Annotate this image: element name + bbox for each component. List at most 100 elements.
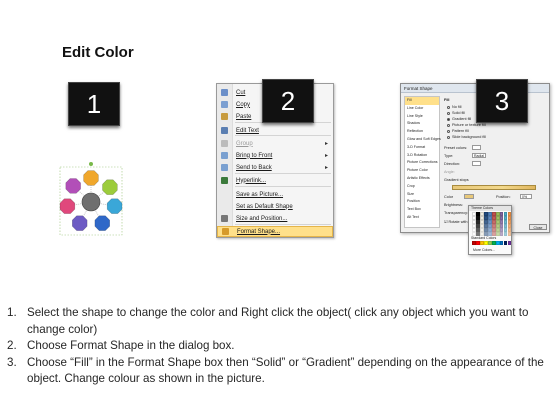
menu-item-hyperlink[interactable]: Hyperlink... (217, 175, 333, 186)
radio-icon (447, 117, 450, 121)
nav-item-3-d-rotation[interactable]: 3-D Rotation (405, 152, 439, 160)
menu-item-label: Group (236, 140, 253, 147)
theme-color-swatch[interactable] (507, 231, 512, 236)
edit-text-icon (221, 127, 228, 134)
menu-item-size-and-position[interactable]: Size and Position... (217, 213, 333, 224)
fill-option-slide-background-fill[interactable]: Slide background fill (447, 135, 486, 139)
nav-item-glow-and-soft-edges[interactable]: Glow and Soft Edges (405, 136, 441, 144)
nav-item-artistic-effects[interactable]: Artistic Effects (405, 175, 439, 183)
nav-item-crop[interactable]: Crop (405, 183, 439, 191)
shape-node-right[interactable] (106, 198, 123, 214)
fill-option-no-fill[interactable]: No fill (447, 105, 462, 109)
menu-item-bring-to-front[interactable]: Bring to Front ▸ (217, 150, 333, 161)
menu-item-label: Size and Position... (236, 215, 288, 222)
position-input[interactable]: 0% (520, 194, 532, 199)
instruction-text: Choose Format Shape in the dialog box. (27, 339, 235, 352)
menu-item-group[interactable]: Group ▸ (217, 138, 333, 149)
shape-diagram-canvas (59, 162, 123, 236)
direction-label: Direction: (444, 162, 461, 166)
nav-item-position[interactable]: Position (405, 198, 439, 206)
fill-option-picture-or-texture-fill[interactable]: Picture or texture fill (447, 123, 486, 127)
preset-colors-dropdown[interactable] (472, 145, 481, 150)
nav-item-line-color[interactable]: Line Color (405, 105, 439, 113)
theme-color-grid (472, 212, 512, 236)
fill-option-label: Pattern fill (452, 129, 469, 133)
color-palette-dropdown: Theme Colors Standard Colors More Colors… (468, 205, 512, 255)
copy-icon (221, 101, 228, 108)
group-icon (221, 140, 228, 147)
shape-diagram[interactable] (45, 150, 145, 250)
shape-node-top-left[interactable] (65, 178, 81, 194)
instruction-item: 1. Select the shape to change the color a… (7, 305, 552, 338)
radio-icon (447, 135, 450, 139)
shape-node-left[interactable] (59, 198, 76, 214)
instruction-number: 1. (7, 306, 17, 319)
section-title: Fill (444, 98, 450, 102)
color-label: Color (444, 195, 454, 199)
menu-item-set-as-default-shape[interactable]: Set as Default Shape (217, 201, 333, 212)
nav-item-line-style[interactable]: Line Style (405, 113, 439, 121)
gradient-stops-bar[interactable] (452, 185, 536, 190)
menu-item-label: Paste (236, 113, 252, 120)
shape-node-top[interactable] (83, 170, 99, 186)
step-badge-3: 3 (476, 79, 528, 123)
fill-option-solid-fill[interactable]: Solid fill (447, 111, 465, 115)
fill-option-gradient-fill[interactable]: Gradient fill (447, 117, 471, 121)
menu-separator (235, 135, 331, 136)
standard-colors-title: Standard Colors (471, 236, 497, 240)
paste-icon (221, 113, 228, 120)
bring-front-icon (221, 152, 228, 159)
menu-separator (235, 173, 331, 174)
menu-item-save-as-picture[interactable]: Save as Picture... (217, 189, 333, 200)
menu-item-label: Save as Picture... (236, 191, 284, 198)
nav-item-picture-color[interactable]: Picture Color (405, 167, 439, 175)
nav-item-picture-corrections[interactable]: Picture Corrections (405, 159, 439, 167)
more-colors-link[interactable]: More Colors... (473, 248, 495, 252)
menu-item-label: Cut (236, 89, 246, 96)
direction-dropdown[interactable] (472, 161, 481, 166)
menu-item-label: Hyperlink... (236, 177, 267, 184)
standard-color-swatch[interactable] (507, 241, 512, 245)
type-dropdown[interactable]: Radial (472, 153, 486, 158)
shape-node-top-right[interactable] (102, 179, 118, 195)
step-badge-2: 2 (262, 79, 314, 123)
nav-item-reflection[interactable]: Reflection (405, 128, 439, 136)
hyperlink-icon (221, 177, 228, 184)
step-badge-1: 1 (68, 82, 120, 126)
type-label: Type: (444, 154, 454, 158)
scissors-icon (221, 89, 228, 96)
menu-item-label: Set as Default Shape (236, 203, 293, 210)
menu-item-send-to-back[interactable]: Send to Back ▸ (217, 162, 333, 173)
shape-node-center[interactable] (81, 192, 101, 212)
shape-node-bottom-right[interactable] (94, 215, 110, 231)
menu-item-format-shape[interactable]: Format Shape... (217, 226, 333, 237)
menu-item-label: Send to Back (236, 164, 272, 171)
nav-item-size[interactable]: Size (405, 191, 439, 199)
rotate-handle[interactable] (89, 162, 93, 166)
fill-option-label: Solid fill (452, 111, 466, 115)
shape-node-bottom-left[interactable] (71, 215, 88, 231)
radio-icon (447, 129, 450, 133)
theme-colors-title: Theme Colors (469, 206, 511, 211)
submenu-arrow-icon: ▸ (324, 153, 328, 159)
transparency-label: Transparency: (444, 211, 469, 215)
submenu-arrow-icon: ▸ (324, 141, 328, 147)
nav-item-shadow[interactable]: Shadow (405, 120, 439, 128)
instruction-item: 3. Choose “Fill” in the Format Shape box … (7, 355, 552, 388)
close-button[interactable]: Close (529, 224, 547, 230)
nav-item-alt-text[interactable]: Alt Text (405, 214, 439, 222)
color-picker-button[interactable] (464, 194, 474, 199)
standard-color-grid (472, 241, 512, 245)
fill-option-pattern-fill[interactable]: Pattern fill (447, 129, 469, 133)
nav-item-fill[interactable]: Fill (405, 97, 439, 105)
nav-item-3-d-format[interactable]: 3-D Format (405, 144, 439, 152)
page-title: Edit Color (62, 44, 134, 61)
nav-item-text-box[interactable]: Text Box (405, 206, 439, 214)
instruction-number: 3. (7, 355, 17, 369)
angle-label: Angle: (444, 170, 455, 174)
instructions-list: 1. Select the shape to change the color a… (7, 305, 552, 388)
preset-label: Preset colors: (444, 146, 468, 150)
menu-separator (235, 186, 331, 187)
gradient-stops-label: Gradient stops (444, 178, 469, 182)
submenu-arrow-icon: ▸ (324, 165, 328, 171)
